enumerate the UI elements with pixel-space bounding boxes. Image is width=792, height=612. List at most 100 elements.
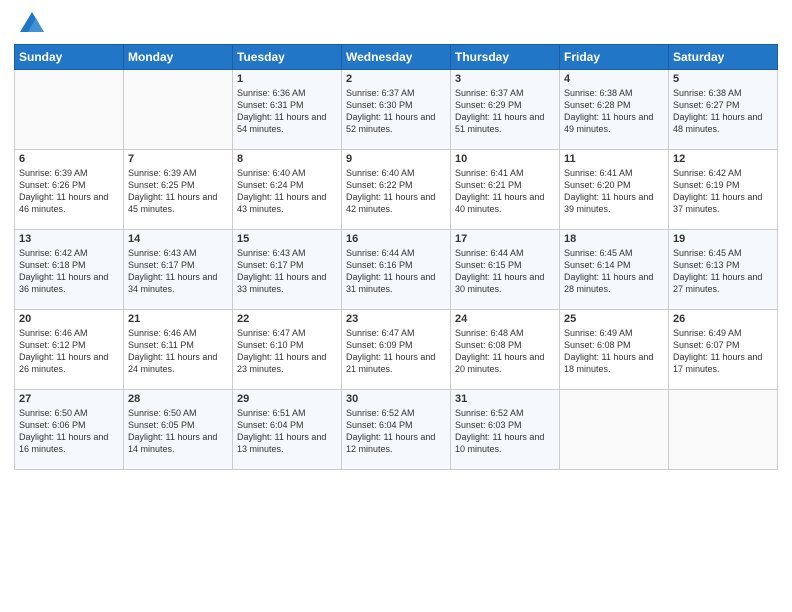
- calendar-cell: 27 Sunrise: 6:50 AMSunset: 6:06 PMDayligh…: [15, 390, 124, 470]
- calendar-cell: 1 Sunrise: 6:36 AMSunset: 6:31 PMDaylight…: [233, 70, 342, 150]
- calendar-cell: 10 Sunrise: 6:41 AMSunset: 6:21 PMDayligh…: [451, 150, 560, 230]
- calendar-cell: 19 Sunrise: 6:45 AMSunset: 6:13 PMDayligh…: [669, 230, 778, 310]
- day-number: 15: [237, 233, 337, 245]
- day-info: Sunrise: 6:40 AMSunset: 6:22 PMDaylight:…: [346, 167, 446, 216]
- calendar-cell: 29 Sunrise: 6:51 AMSunset: 6:04 PMDayligh…: [233, 390, 342, 470]
- day-number: 8: [237, 153, 337, 165]
- day-number: 9: [346, 153, 446, 165]
- day-number: 17: [455, 233, 555, 245]
- calendar-cell: 20 Sunrise: 6:46 AMSunset: 6:12 PMDayligh…: [15, 310, 124, 390]
- calendar-cell: 24 Sunrise: 6:48 AMSunset: 6:08 PMDayligh…: [451, 310, 560, 390]
- day-number: 26: [673, 313, 773, 325]
- day-info: Sunrise: 6:47 AMSunset: 6:09 PMDaylight:…: [346, 327, 446, 376]
- day-info: Sunrise: 6:36 AMSunset: 6:31 PMDaylight:…: [237, 87, 337, 136]
- calendar-cell: 3 Sunrise: 6:37 AMSunset: 6:29 PMDaylight…: [451, 70, 560, 150]
- day-info: Sunrise: 6:42 AMSunset: 6:18 PMDaylight:…: [19, 247, 119, 296]
- calendar-cell: 30Sunrise: 6:52 AMSunset: 6:04 PMDayligh…: [342, 390, 451, 470]
- day-number: 10: [455, 153, 555, 165]
- calendar-cell: 6 Sunrise: 6:39 AMSunset: 6:26 PMDaylight…: [15, 150, 124, 230]
- calendar-cell: 28 Sunrise: 6:50 AMSunset: 6:05 PMDayligh…: [124, 390, 233, 470]
- day-info: Sunrise: 6:38 AMSunset: 6:28 PMDaylight:…: [564, 87, 664, 136]
- day-info: Sunrise: 6:39 AMSunset: 6:25 PMDaylight:…: [128, 167, 228, 216]
- calendar-cell: 5 Sunrise: 6:38 AMSunset: 6:27 PMDaylight…: [669, 70, 778, 150]
- day-info: Sunrise: 6:43 AMSunset: 6:17 PMDaylight:…: [237, 247, 337, 296]
- calendar-cell: 14Sunrise: 6:43 AMSunset: 6:17 PMDayligh…: [124, 230, 233, 310]
- day-number: 27: [19, 393, 119, 405]
- day-number: 22: [237, 313, 337, 325]
- weekday-header-row: SundayMondayTuesdayWednesdayThursdayFrid…: [15, 45, 778, 70]
- weekday-header-tuesday: Tuesday: [233, 45, 342, 70]
- day-number: 29: [237, 393, 337, 405]
- day-info: Sunrise: 6:51 AMSunset: 6:04 PMDaylight:…: [237, 407, 337, 456]
- day-number: 16: [346, 233, 446, 245]
- calendar-cell: 12Sunrise: 6:42 AMSunset: 6:19 PMDayligh…: [669, 150, 778, 230]
- day-number: 21: [128, 313, 228, 325]
- day-info: Sunrise: 6:39 AMSunset: 6:26 PMDaylight:…: [19, 167, 119, 216]
- day-info: Sunrise: 6:40 AMSunset: 6:24 PMDaylight:…: [237, 167, 337, 216]
- day-number: 25: [564, 313, 664, 325]
- day-number: 1: [237, 73, 337, 85]
- day-number: 5: [673, 73, 773, 85]
- day-number: 14: [128, 233, 228, 245]
- weekday-header-sunday: Sunday: [15, 45, 124, 70]
- calendar-cell: 23 Sunrise: 6:47 AMSunset: 6:09 PMDayligh…: [342, 310, 451, 390]
- day-number: 6: [19, 153, 119, 165]
- calendar-cell: 8 Sunrise: 6:40 AMSunset: 6:24 PMDaylight…: [233, 150, 342, 230]
- calendar-cell: [15, 70, 124, 150]
- day-info: Sunrise: 6:37 AMSunset: 6:30 PMDaylight:…: [346, 87, 446, 136]
- day-number: 11: [564, 153, 664, 165]
- header: [14, 10, 778, 38]
- day-info: Sunrise: 6:41 AMSunset: 6:21 PMDaylight:…: [455, 167, 555, 216]
- logo-icon: [18, 10, 46, 38]
- day-number: 20: [19, 313, 119, 325]
- calendar-cell: 18Sunrise: 6:45 AMSunset: 6:14 PMDayligh…: [560, 230, 669, 310]
- calendar-cell: 7 Sunrise: 6:39 AMSunset: 6:25 PMDaylight…: [124, 150, 233, 230]
- day-number: 2: [346, 73, 446, 85]
- calendar-table: SundayMondayTuesdayWednesdayThursdayFrid…: [14, 44, 778, 470]
- calendar-cell: 31Sunrise: 6:52 AMSunset: 6:03 PMDayligh…: [451, 390, 560, 470]
- calendar-cell: 9 Sunrise: 6:40 AMSunset: 6:22 PMDaylight…: [342, 150, 451, 230]
- calendar-week-5: 27 Sunrise: 6:50 AMSunset: 6:06 PMDayligh…: [15, 390, 778, 470]
- calendar-cell: 21Sunrise: 6:46 AMSunset: 6:11 PMDayligh…: [124, 310, 233, 390]
- calendar-cell: [669, 390, 778, 470]
- day-number: 23: [346, 313, 446, 325]
- calendar-week-4: 20 Sunrise: 6:46 AMSunset: 6:12 PMDayligh…: [15, 310, 778, 390]
- day-info: Sunrise: 6:52 AMSunset: 6:03 PMDaylight:…: [455, 407, 555, 456]
- calendar-cell: 22Sunrise: 6:47 AMSunset: 6:10 PMDayligh…: [233, 310, 342, 390]
- day-info: Sunrise: 6:46 AMSunset: 6:12 PMDaylight:…: [19, 327, 119, 376]
- calendar-week-1: 1 Sunrise: 6:36 AMSunset: 6:31 PMDaylight…: [15, 70, 778, 150]
- calendar-cell: 25 Sunrise: 6:49 AMSunset: 6:08 PMDayligh…: [560, 310, 669, 390]
- day-number: 18: [564, 233, 664, 245]
- calendar-cell: 11 Sunrise: 6:41 AMSunset: 6:20 PMDayligh…: [560, 150, 669, 230]
- calendar-week-2: 6 Sunrise: 6:39 AMSunset: 6:26 PMDaylight…: [15, 150, 778, 230]
- weekday-header-saturday: Saturday: [669, 45, 778, 70]
- day-info: Sunrise: 6:50 AMSunset: 6:06 PMDaylight:…: [19, 407, 119, 456]
- calendar-cell: 2 Sunrise: 6:37 AMSunset: 6:30 PMDaylight…: [342, 70, 451, 150]
- day-info: Sunrise: 6:49 AMSunset: 6:07 PMDaylight:…: [673, 327, 773, 376]
- logo: [14, 10, 46, 38]
- calendar-cell: 26 Sunrise: 6:49 AMSunset: 6:07 PMDayligh…: [669, 310, 778, 390]
- day-info: Sunrise: 6:41 AMSunset: 6:20 PMDaylight:…: [564, 167, 664, 216]
- calendar-cell: [124, 70, 233, 150]
- day-number: 30: [346, 393, 446, 405]
- day-info: Sunrise: 6:44 AMSunset: 6:16 PMDaylight:…: [346, 247, 446, 296]
- day-info: Sunrise: 6:50 AMSunset: 6:05 PMDaylight:…: [128, 407, 228, 456]
- page-container: SundayMondayTuesdayWednesdayThursdayFrid…: [0, 0, 792, 480]
- day-number: 19: [673, 233, 773, 245]
- day-info: Sunrise: 6:49 AMSunset: 6:08 PMDaylight:…: [564, 327, 664, 376]
- day-info: Sunrise: 6:48 AMSunset: 6:08 PMDaylight:…: [455, 327, 555, 376]
- weekday-header-wednesday: Wednesday: [342, 45, 451, 70]
- day-info: Sunrise: 6:44 AMSunset: 6:15 PMDaylight:…: [455, 247, 555, 296]
- calendar-cell: [560, 390, 669, 470]
- day-info: Sunrise: 6:38 AMSunset: 6:27 PMDaylight:…: [673, 87, 773, 136]
- day-number: 13: [19, 233, 119, 245]
- day-number: 4: [564, 73, 664, 85]
- day-info: Sunrise: 6:37 AMSunset: 6:29 PMDaylight:…: [455, 87, 555, 136]
- day-number: 3: [455, 73, 555, 85]
- day-number: 28: [128, 393, 228, 405]
- weekday-header-friday: Friday: [560, 45, 669, 70]
- day-info: Sunrise: 6:45 AMSunset: 6:13 PMDaylight:…: [673, 247, 773, 296]
- day-info: Sunrise: 6:42 AMSunset: 6:19 PMDaylight:…: [673, 167, 773, 216]
- day-number: 7: [128, 153, 228, 165]
- day-number: 24: [455, 313, 555, 325]
